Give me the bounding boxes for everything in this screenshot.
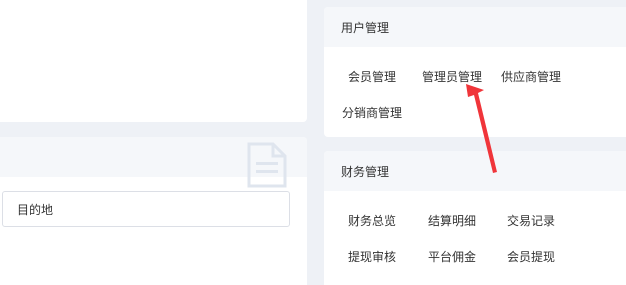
link-member-management[interactable]: 会员管理 xyxy=(348,68,396,85)
dashboard: 用户管理 会员管理 管理员管理 供应商管理 分销商管理 财务管理 财务总览 结算… xyxy=(0,0,626,285)
user-management-title: 用户管理 xyxy=(324,7,626,47)
link-platform-commission[interactable]: 平台佣金 xyxy=(428,248,476,265)
link-supplier-management[interactable]: 供应商管理 xyxy=(501,68,561,85)
link-admin-management[interactable]: 管理员管理 xyxy=(422,68,482,85)
link-finance-overview[interactable]: 财务总览 xyxy=(348,212,396,229)
document-icon xyxy=(247,142,287,188)
link-member-withdrawal[interactable]: 会员提现 xyxy=(507,248,555,265)
destination-field[interactable] xyxy=(2,191,290,227)
left-top-card xyxy=(0,0,307,122)
link-settlement-details[interactable]: 结算明细 xyxy=(428,212,476,229)
finance-management-title: 财务管理 xyxy=(324,151,626,191)
link-transaction-records[interactable]: 交易记录 xyxy=(507,212,555,229)
link-distributor-management[interactable]: 分销商管理 xyxy=(342,104,402,121)
link-withdrawal-review[interactable]: 提现审核 xyxy=(348,248,396,265)
